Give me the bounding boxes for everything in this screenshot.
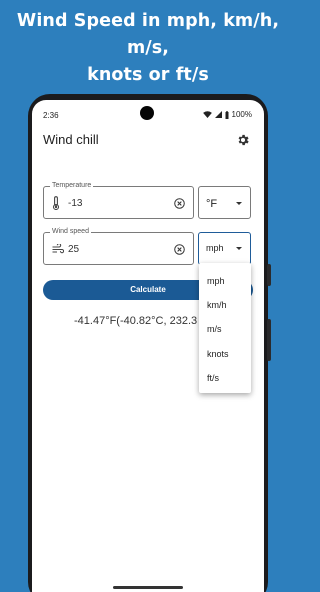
temperature-unit-value: °F (206, 198, 218, 210)
menu-item-ms[interactable]: m/s (207, 324, 222, 334)
gesture-navigation-bar[interactable] (113, 586, 183, 589)
clear-wind-speed-icon[interactable] (174, 244, 185, 255)
gear-icon[interactable] (236, 133, 250, 147)
status-bar: 2:36 100% (32, 100, 264, 130)
temperature-label: Temperature (50, 181, 94, 191)
status-time: 2:36 (43, 111, 59, 120)
menu-item-fts[interactable]: ft/s (207, 373, 219, 383)
wind-speed-field[interactable]: Wind speed 25 (43, 227, 194, 265)
signal-icon (214, 111, 222, 118)
chevron-down-icon (236, 202, 242, 205)
result-text: -41.47°F(-40.82°C, 232.3 (74, 315, 198, 327)
wind-speed-label: Wind speed (50, 227, 91, 237)
temperature-field[interactable]: Temperature -13 (43, 181, 194, 219)
wind-speed-unit-select[interactable]: mph (198, 232, 251, 265)
wind-speed-input[interactable]: 25 (68, 244, 79, 255)
phone-screen: 2:36 100% Wind chill Temperature -13 °F … (32, 100, 264, 592)
chevron-down-icon (236, 247, 242, 250)
clear-temperature-icon[interactable] (174, 198, 185, 209)
menu-item-knots[interactable]: knots (207, 349, 229, 359)
temperature-input[interactable]: -13 (68, 198, 82, 209)
status-icons: 100% (202, 110, 252, 119)
promo-headline-line2: knots or ft/s (87, 65, 209, 85)
promo-headline: Wind Speed in mph, km/h, m/s, knots or f… (0, 8, 296, 89)
menu-item-kmh[interactable]: km/h (207, 300, 227, 310)
phone-volume-button (267, 319, 271, 361)
promo-headline-line1: Wind Speed in mph, km/h, m/s, (16, 11, 280, 58)
battery-icon (225, 110, 229, 119)
temperature-unit-select[interactable]: °F (198, 186, 251, 219)
battery-percent: 100% (231, 110, 252, 119)
front-camera (140, 106, 154, 120)
unit-dropdown-menu: mph km/h m/s knots ft/s (199, 263, 251, 393)
wind-speed-unit-value: mph (206, 243, 224, 253)
phone-side-button (267, 264, 271, 286)
app-title: Wind chill (43, 132, 99, 147)
menu-item-mph[interactable]: mph (207, 276, 225, 286)
wifi-icon (202, 111, 212, 118)
thermometer-icon (52, 196, 60, 210)
wind-icon (52, 244, 64, 254)
